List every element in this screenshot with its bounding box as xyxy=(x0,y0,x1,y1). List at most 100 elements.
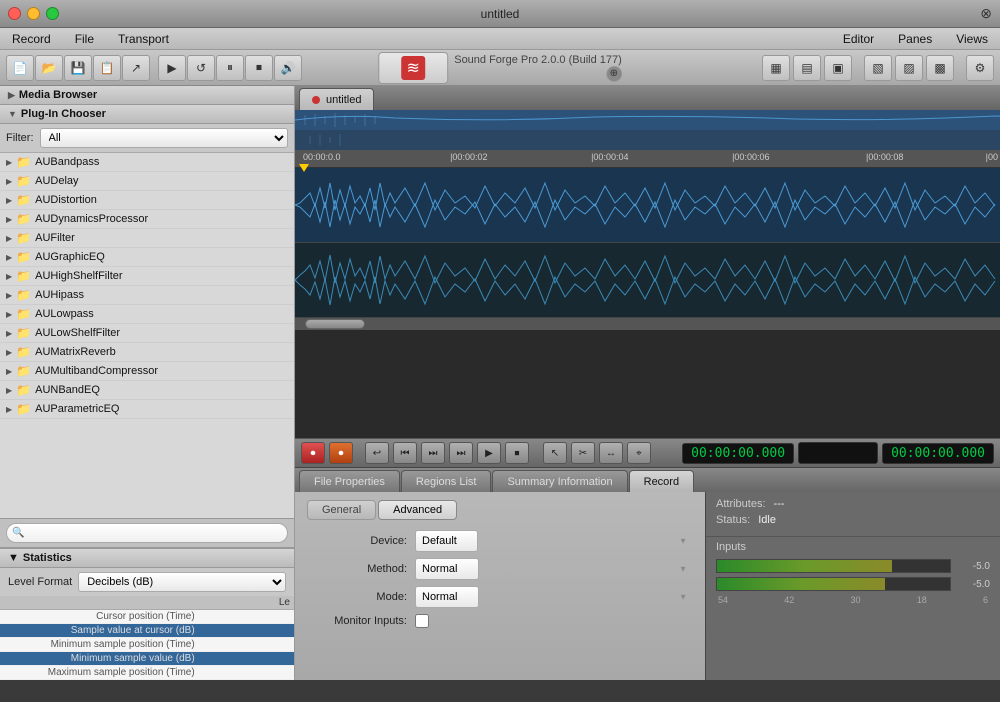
menu-record[interactable]: Record xyxy=(0,28,63,49)
save-button[interactable]: 💾 xyxy=(64,55,92,81)
stats-row: Sample value at cursor (dB) xyxy=(0,624,294,638)
list-item[interactable]: ▶📁AUFilter xyxy=(0,229,294,248)
record2-button[interactable]: ⏺ xyxy=(329,442,353,464)
tab-summary-info[interactable]: Summary Information xyxy=(492,470,627,492)
method-label: Method: xyxy=(307,563,407,575)
layout3-button[interactable]: ▩ xyxy=(926,55,954,81)
plugin-name: AUMultibandCompressor xyxy=(35,365,158,377)
saveas-button[interactable]: 📋 xyxy=(93,55,121,81)
stop-transport-button[interactable]: ⏹ xyxy=(505,442,529,464)
list-item[interactable]: ▶📁AUHighShelfFilter xyxy=(0,267,294,286)
tool1[interactable]: ✂ xyxy=(571,442,595,464)
list-item[interactable]: ▶📁AUNBandEQ xyxy=(0,381,294,400)
list-item[interactable]: ▶📁AULowShelfFilter xyxy=(0,324,294,343)
list-item[interactable]: ▶📁AUDynamicsProcessor xyxy=(0,210,294,229)
scale-tick-18: 18 xyxy=(917,595,927,605)
statistics-header[interactable]: ▼ Statistics xyxy=(0,549,294,568)
search-input[interactable] xyxy=(6,523,288,543)
prev-button[interactable]: ⏮ xyxy=(393,442,417,464)
item-triangle: ▶ xyxy=(6,386,12,395)
device-select[interactable]: Default xyxy=(415,530,478,552)
view1-button[interactable]: ▦ xyxy=(762,55,790,81)
folder-icon: 📁 xyxy=(16,250,31,264)
playloop-button[interactable]: ↺ xyxy=(187,55,215,81)
tab-record[interactable]: Record xyxy=(629,470,694,492)
tab-general[interactable]: General xyxy=(307,500,376,520)
title-bar: untitled ⊗ xyxy=(0,0,1000,28)
new-button[interactable]: 📄 xyxy=(6,55,34,81)
play-transport-button[interactable]: ▶ xyxy=(477,442,501,464)
track-row-1: // We'll draw this via SVG inline path d… xyxy=(295,168,1000,243)
ruler-mark-3: |00:00:06 xyxy=(732,152,769,162)
plugin-chooser-header[interactable]: ▼ Plug-In Chooser xyxy=(0,105,294,124)
pause-button[interactable]: ⏸ xyxy=(216,55,244,81)
list-item[interactable]: ▶📁AULowpass xyxy=(0,305,294,324)
media-browser-header[interactable]: ▶ Media Browser xyxy=(0,86,294,105)
status-row: Status: Idle xyxy=(716,514,990,526)
menu-panes[interactable]: Panes xyxy=(886,28,944,49)
tab-advanced[interactable]: Advanced xyxy=(378,500,457,520)
list-item[interactable]: ▶📁AUParametricEQ xyxy=(0,400,294,419)
list-item[interactable]: ▶📁AUDelay xyxy=(0,172,294,191)
tool3[interactable]: ⌖ xyxy=(627,442,651,464)
minimize-button[interactable] xyxy=(27,7,40,20)
list-item[interactable]: ▶📁AUDistortion xyxy=(0,191,294,210)
item-triangle: ▶ xyxy=(6,329,12,338)
stats-row: Minimum sample value (dB) xyxy=(0,652,294,666)
tool2[interactable]: ↔ xyxy=(599,442,623,464)
layout1-button[interactable]: ▧ xyxy=(864,55,892,81)
menu-views[interactable]: Views xyxy=(944,28,1000,49)
file-tools: 📄 📂 💾 📋 ↗ xyxy=(6,55,150,81)
ruler-mark-0: 00:00:0.0 xyxy=(303,152,341,162)
list-item[interactable]: ▶📁AUMatrixReverb xyxy=(0,343,294,362)
view2-button[interactable]: ▤ xyxy=(793,55,821,81)
stats-value xyxy=(195,625,290,636)
tab-dot xyxy=(312,96,320,104)
menu-editor[interactable]: Editor xyxy=(831,28,886,49)
bottom-panel: File Properties Regions List Summary Inf… xyxy=(295,468,1000,680)
level-format-label: Level Format xyxy=(8,576,72,588)
folder-icon: 📁 xyxy=(16,402,31,416)
overview-waveform-1 xyxy=(295,110,1000,130)
main-tab[interactable]: untitled xyxy=(299,88,374,110)
list-item[interactable]: ▶📁AUHipass xyxy=(0,286,294,305)
close-button[interactable] xyxy=(8,7,21,20)
transport-bar: ⏺ ⏺ ↩ ⏮ ⏭ ⏭ ▶ ⏹ ↖ ✂ ↔ ⌖ 00:00:00.000 00:… xyxy=(295,438,1000,468)
cursor-tool[interactable]: ↖ xyxy=(543,442,567,464)
monitor-checkbox[interactable] xyxy=(415,614,429,628)
help-button[interactable]: ⊕ xyxy=(606,66,622,82)
export-button[interactable]: ↗ xyxy=(122,55,150,81)
plugin-name: AUHipass xyxy=(35,289,84,301)
playnext-button[interactable]: ⏭ xyxy=(449,442,473,464)
tab-file-properties[interactable]: File Properties xyxy=(299,470,400,492)
record-button[interactable]: ⏺ xyxy=(301,442,325,464)
list-item[interactable]: ▶📁AUMultibandCompressor xyxy=(0,362,294,381)
layout2-button[interactable]: ▨ xyxy=(895,55,923,81)
plugin-name: AUParametricEQ xyxy=(35,403,119,415)
tab-regions-list[interactable]: Regions List xyxy=(401,470,492,492)
mode-select[interactable]: Normal xyxy=(415,586,479,608)
maximize-button[interactable] xyxy=(46,7,59,20)
view3-button[interactable]: ▣ xyxy=(824,55,852,81)
play-button[interactable]: ▶ xyxy=(158,55,186,81)
scale-tick-30: 30 xyxy=(850,595,860,605)
open-button[interactable]: 📂 xyxy=(35,55,63,81)
level-format-select[interactable]: Decibels (dB) xyxy=(78,572,286,592)
menu-file[interactable]: File xyxy=(63,28,106,49)
horizontal-scrollbar[interactable] xyxy=(295,318,1000,330)
playfrom-button[interactable]: ⏭ xyxy=(421,442,445,464)
method-select[interactable]: Normal xyxy=(415,558,479,580)
speaker-button[interactable]: 🔊 xyxy=(274,55,302,81)
menu-transport[interactable]: Transport xyxy=(106,28,181,49)
scale-tick-54: 54 xyxy=(718,595,728,605)
settings-button[interactable]: ⚙ xyxy=(966,55,994,81)
list-item[interactable]: ▶📁AUBandpass xyxy=(0,153,294,172)
folder-icon: 📁 xyxy=(16,288,31,302)
stop-button[interactable]: ⏹ xyxy=(245,55,273,81)
device-label: Device: xyxy=(307,535,407,547)
filter-select[interactable]: All xyxy=(40,128,289,148)
return-button[interactable]: ↩ xyxy=(365,442,389,464)
scrollbar-thumb[interactable] xyxy=(305,319,365,329)
statistics-panel: ▼ Statistics Level Format Decibels (dB) … xyxy=(0,548,294,680)
list-item[interactable]: ▶📁AUGraphicEQ xyxy=(0,248,294,267)
